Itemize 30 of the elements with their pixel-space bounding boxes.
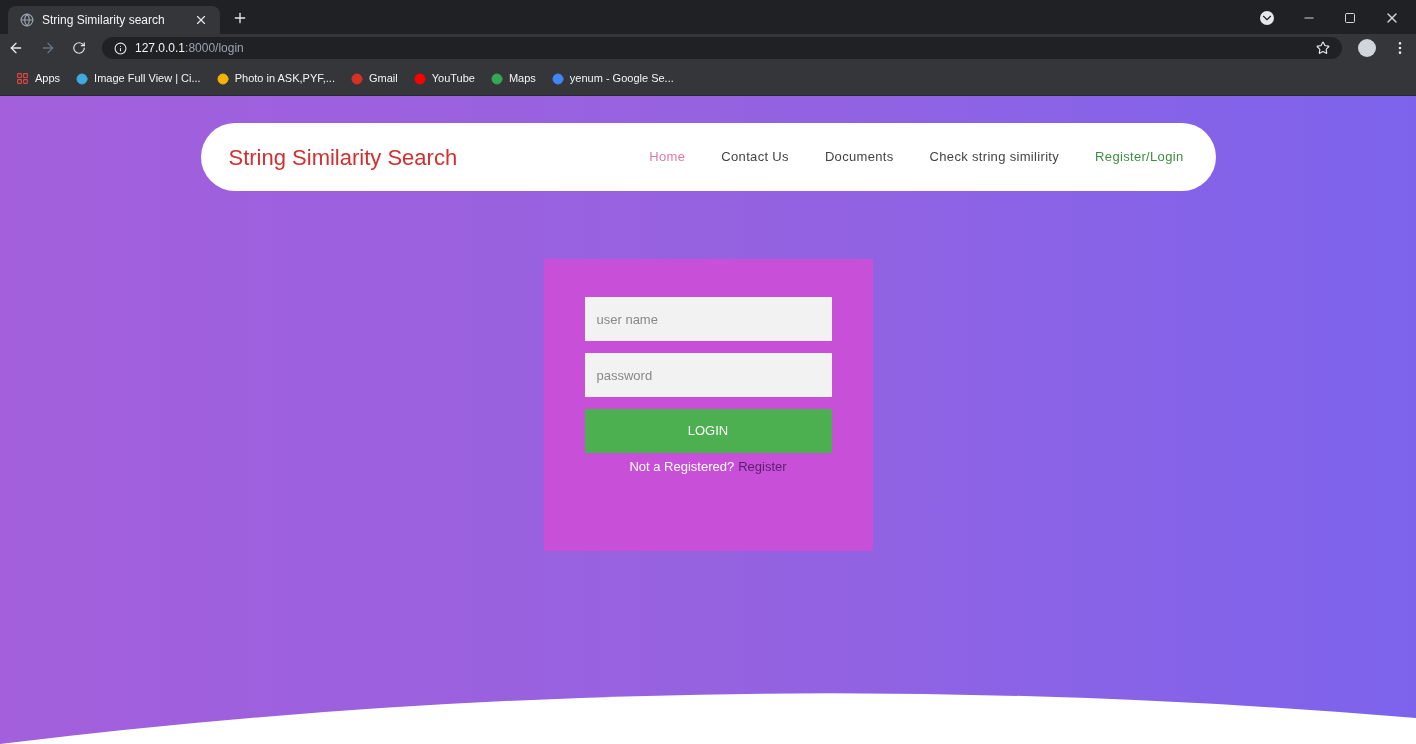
reload-icon[interactable] [72,41,86,55]
password-field[interactable]: password [584,353,832,397]
bookmark[interactable]: yenum - Google Se... [551,70,674,87]
star-icon[interactable] [1316,41,1330,55]
username-field[interactable]: user name [584,297,832,341]
tab-search-icon[interactable] [1260,11,1274,25]
bookmark[interactable]: Image Full View | Ci... [76,70,201,87]
bookmark[interactable]: Photo in ASK,PYF,... [216,70,335,87]
bookmark[interactable]: Maps [490,70,536,87]
globe-icon [20,13,34,27]
nav-link[interactable]: Register/Login [1095,147,1184,167]
maximize-icon[interactable] [1344,12,1356,24]
site-brand[interactable]: String Similarity Search [228,140,458,174]
nav-link[interactable]: Contact Us [721,147,789,167]
new-tab-icon[interactable] [232,10,248,26]
tab-title: String Similarity search [42,12,166,29]
register-prompt: Not a Registered? [629,458,735,476]
nav-link[interactable]: Check string similirity [929,147,1060,167]
info-icon [114,41,127,55]
url-text: 127.0.0.1:8000/login [135,40,244,57]
bookmark[interactable]: Gmail [350,70,398,87]
nav-link[interactable]: Documents [824,147,894,167]
close-icon[interactable] [194,13,208,27]
bookmark[interactable]: YouTube [413,70,475,87]
browser-tab[interactable]: String Similarity search [8,6,220,34]
bookmark[interactable]: Apps [16,70,61,87]
back-icon[interactable] [8,40,24,56]
address-bar[interactable]: 127.0.0.1:8000/login [102,37,1342,59]
forward-icon[interactable] [40,40,56,56]
profile-avatar[interactable] [1358,39,1376,57]
